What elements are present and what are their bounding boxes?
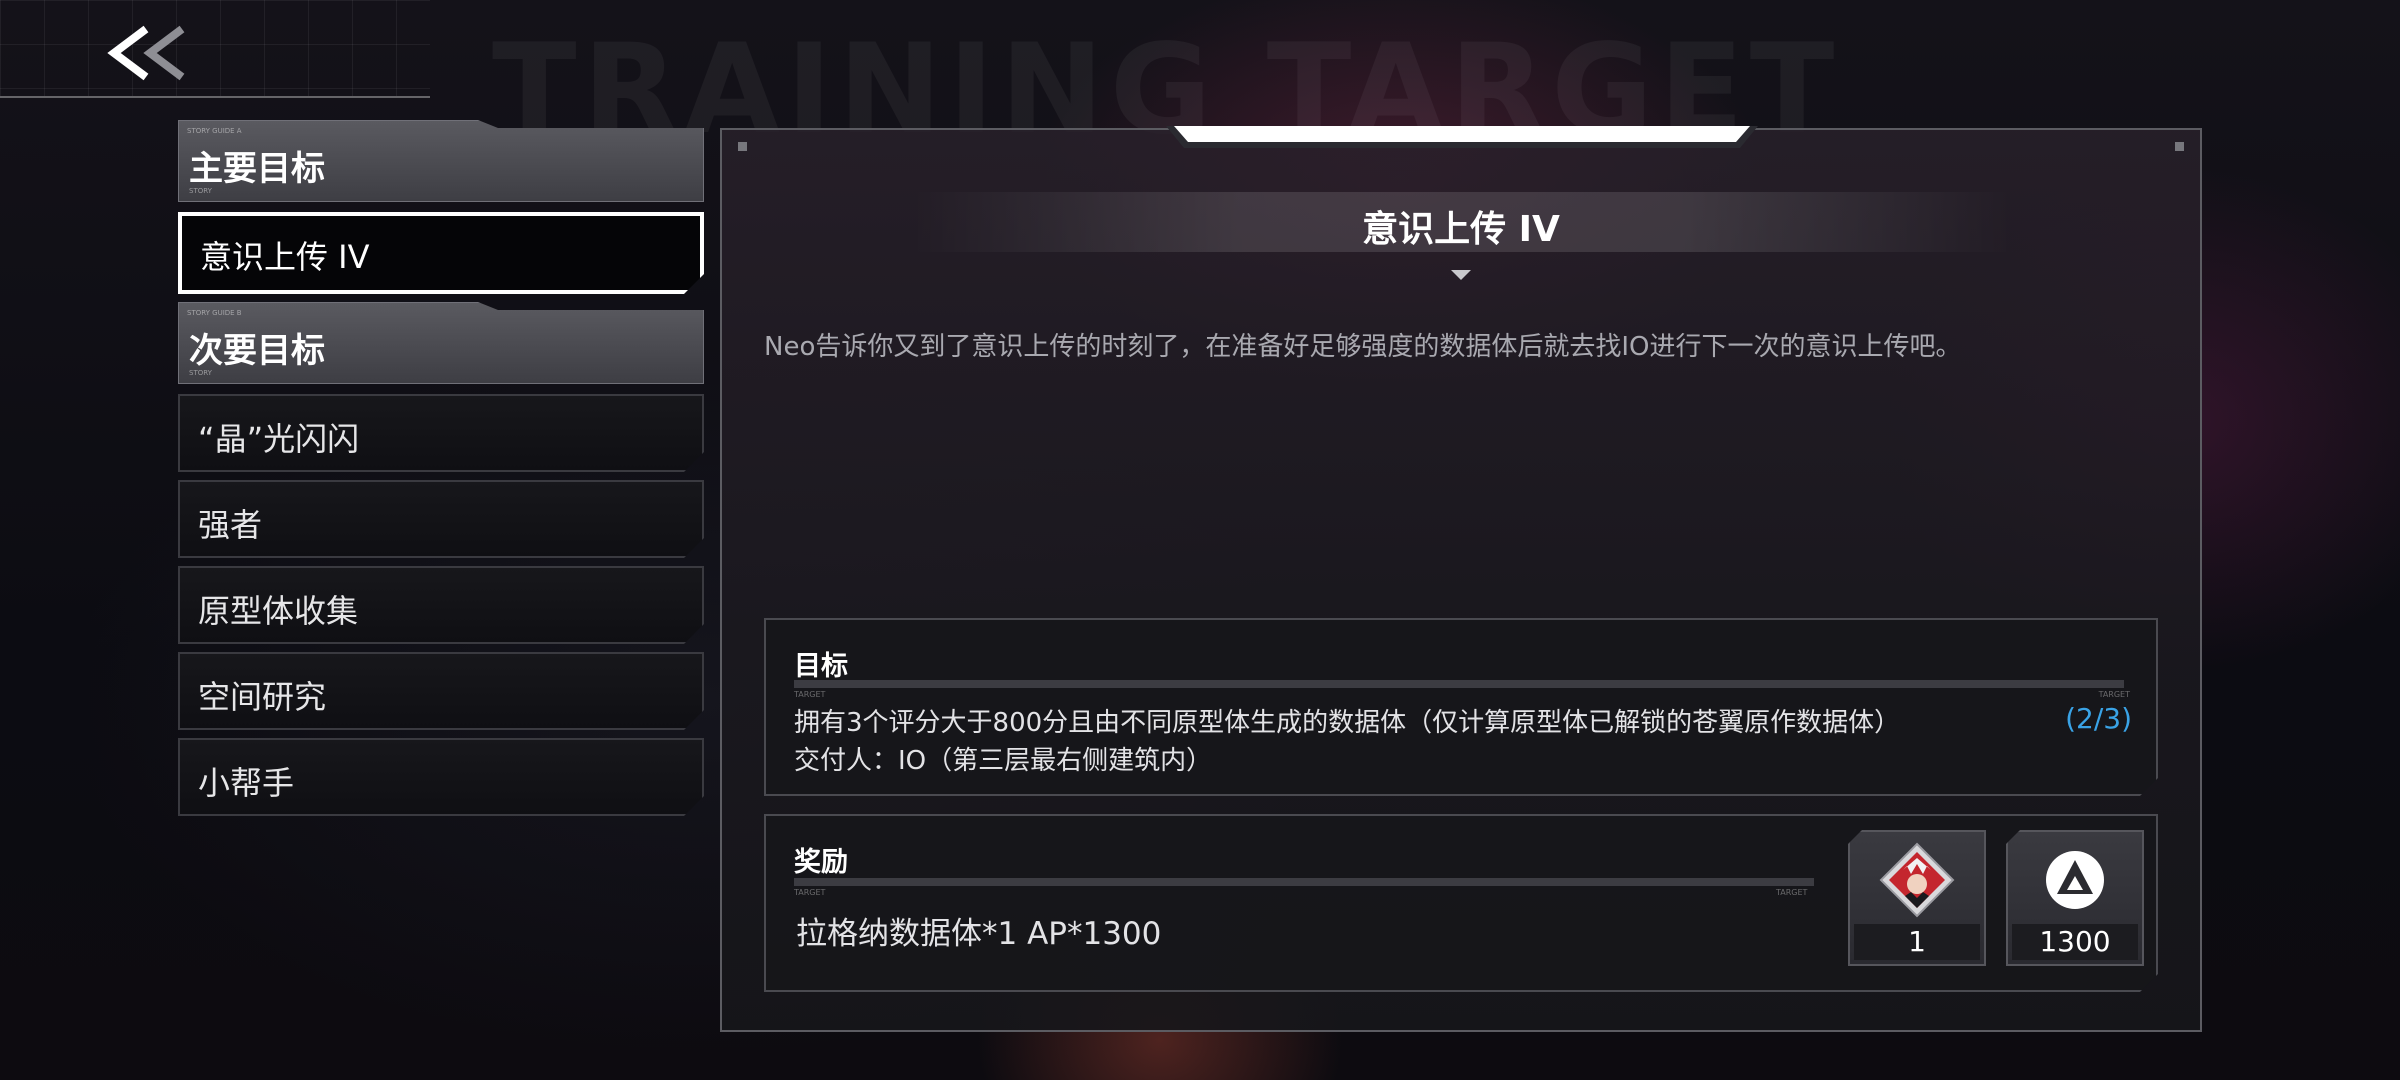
menu-item-little-helper[interactable]: 小帮手	[178, 738, 704, 816]
screen: TRAINING TARGET STORY GUIDE A 主要目标 STORY…	[0, 0, 2400, 1080]
reward-divider-bar	[794, 878, 1814, 886]
menu-item-space-research[interactable]: 空间研究	[178, 652, 704, 730]
section-tiny-label: STORY GUIDE B	[187, 309, 242, 317]
menu-item-label: 强者	[198, 506, 263, 544]
target-heading: 目标	[794, 651, 848, 682]
target-divider-bar	[794, 680, 2124, 688]
section-tiny-label: STORY	[189, 187, 212, 195]
menu-item-prototype-collection[interactable]: 原型体收集	[178, 566, 704, 644]
caret-down-icon	[1451, 270, 1471, 280]
quest-description: Neo告诉你又到了意识上传的时刻了，在准备好足够强度的数据体后就去找IO进行下一…	[764, 332, 1962, 362]
quest-menu: STORY GUIDE A 主要目标 STORY 意识上传 IV STORY G…	[178, 120, 704, 824]
reward-heading: 奖励	[794, 847, 848, 878]
target-requirement: 拥有3个评分大于800分且由不同原型体生成的数据体（仅计算原型体已解锁的苍翼原作…	[794, 708, 1901, 738]
header-divider	[0, 96, 430, 98]
back-button[interactable]	[96, 18, 200, 88]
section-tiny-label: STORY	[189, 369, 212, 377]
section-header-side: STORY GUIDE B 次要目标 STORY	[178, 302, 704, 384]
reward-count: 1300	[2012, 924, 2138, 960]
menu-item-label: 意识上传 IV	[200, 238, 370, 276]
corner-marker	[2175, 142, 2184, 151]
target-tiny-label: TARGET	[794, 690, 826, 699]
ap-icon	[2043, 848, 2107, 912]
reward-count: 1	[1854, 924, 1980, 960]
menu-item-label: 小帮手	[198, 764, 295, 802]
ragna-data-icon	[1877, 840, 1957, 920]
reward-summary: 拉格纳数据体*1 AP*1300	[796, 916, 1162, 952]
section-header-label: 次要目标	[189, 331, 325, 371]
menu-item-label: 空间研究	[198, 678, 327, 716]
reward-tiny-label: TARGET	[794, 888, 826, 897]
menu-item-strong-one[interactable]: 强者	[178, 480, 704, 558]
menu-item-crystal-shine[interactable]: “晶”光闪闪	[178, 394, 704, 472]
section-tiny-label: STORY GUIDE A	[187, 127, 242, 135]
target-tiny-label-right: TARGET	[2098, 690, 2130, 699]
target-deliverer: 交付人：IO（第三层最右侧建筑内）	[794, 746, 1213, 776]
quest-title: 意识上传 IV	[1362, 209, 1560, 250]
reward-tiny-label-right: TARGET	[1776, 888, 1808, 897]
corner-marker	[738, 142, 747, 151]
menu-item-label: “晶”光闪闪	[198, 420, 360, 458]
reward-item-ragna-data[interactable]: 1	[1848, 830, 1986, 966]
reward-item-ap[interactable]: 1300	[2006, 830, 2144, 966]
header-grid-decoration	[0, 0, 430, 96]
menu-item-consciousness-upload-4[interactable]: 意识上传 IV	[178, 212, 704, 294]
reward-box: 奖励 TARGET TARGET 拉格纳数据体*1 AP*1300 1 1300	[764, 814, 2158, 992]
section-header-main: STORY GUIDE A 主要目标 STORY	[178, 120, 704, 202]
quest-detail-panel: 意识上传 IV Neo告诉你又到了意识上传的时刻了，在准备好足够强度的数据体后就…	[720, 128, 2202, 1032]
double-chevron-left-icon	[107, 25, 185, 81]
target-box: 目标 TARGET TARGET 拥有3个评分大于800分且由不同原型体生成的数…	[764, 618, 2158, 796]
target-progress: (2/3)	[2065, 702, 2132, 735]
menu-item-label: 原型体收集	[198, 592, 359, 630]
section-header-label: 主要目标	[189, 149, 325, 189]
panel-tab-highlight	[1174, 126, 1750, 142]
